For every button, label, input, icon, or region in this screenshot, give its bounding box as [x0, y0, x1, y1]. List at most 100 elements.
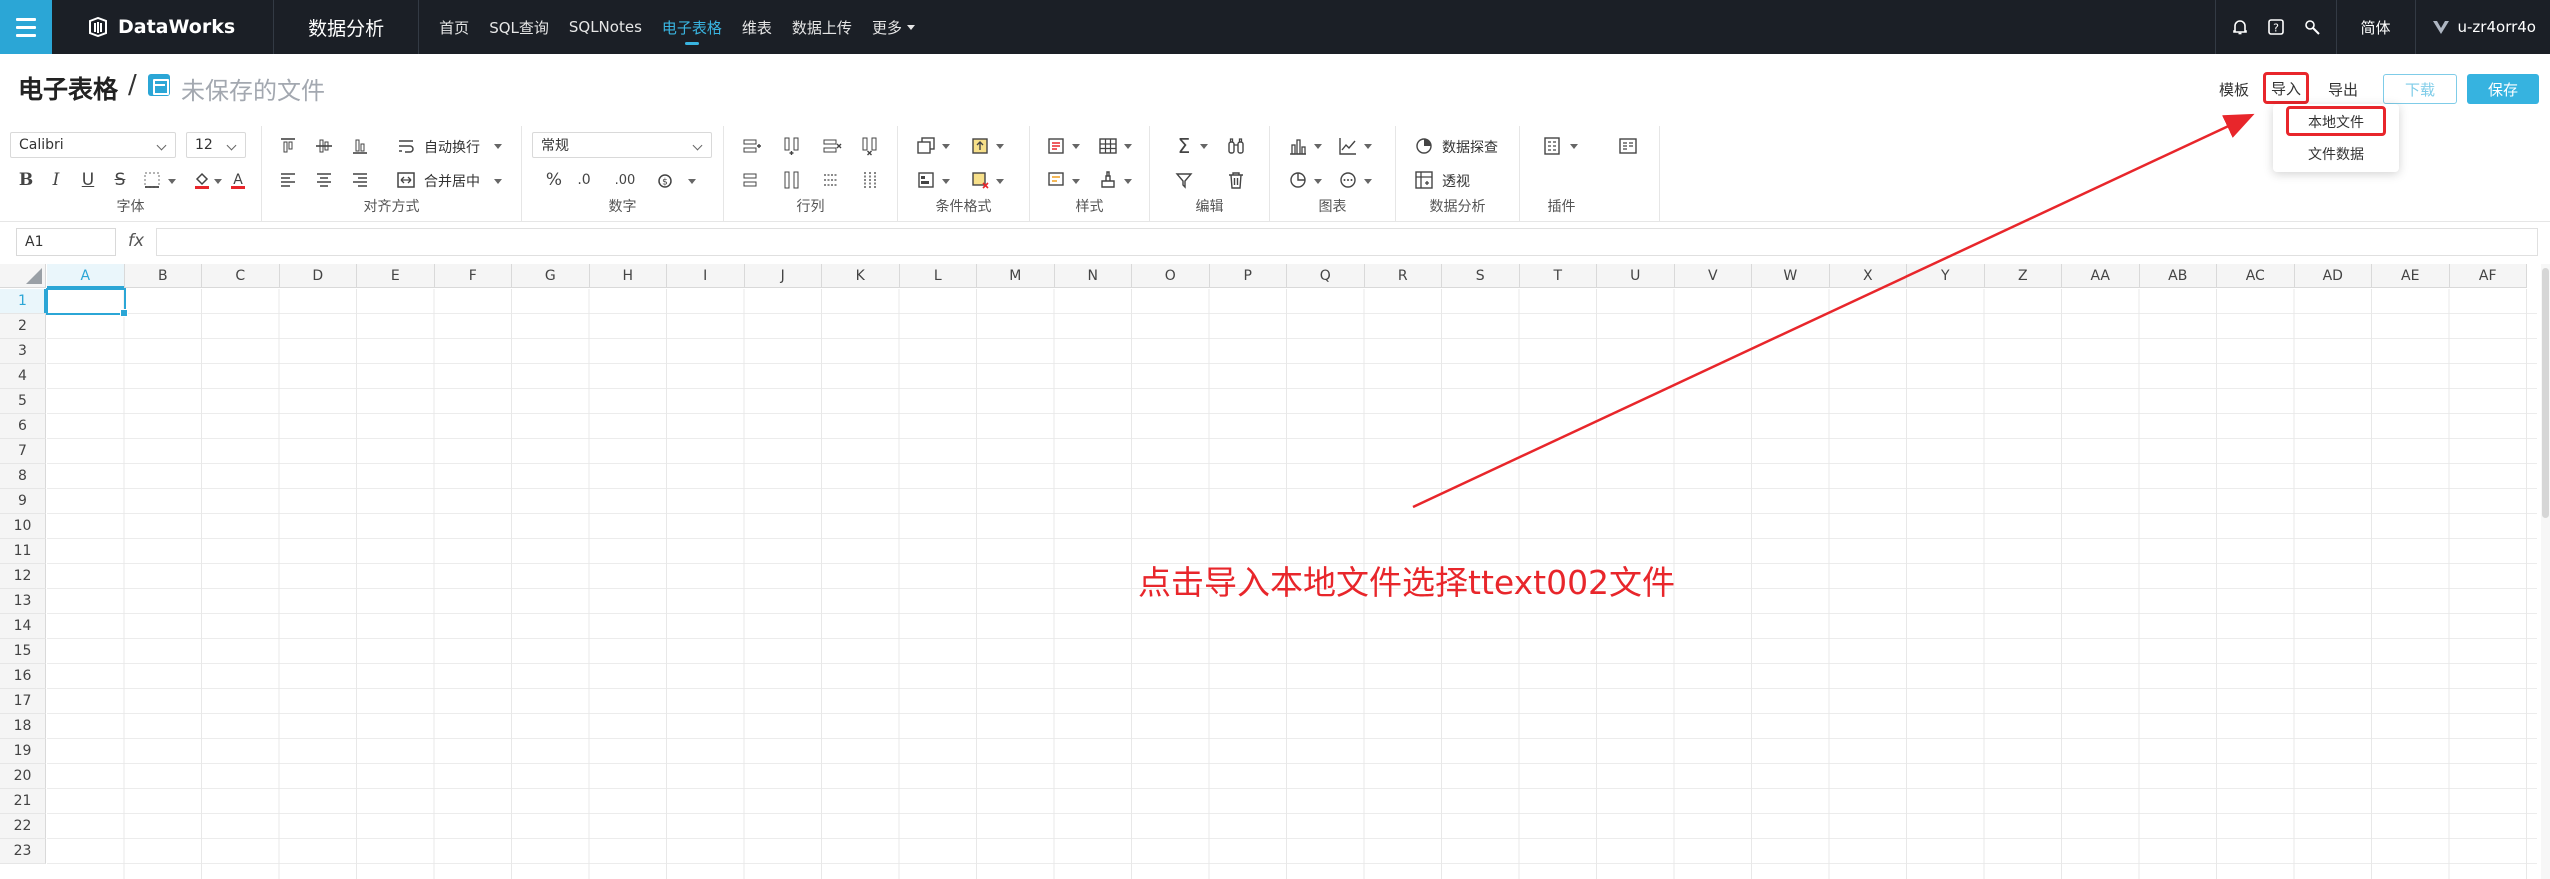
chevron-down-icon[interactable] [1124, 144, 1132, 149]
export-button[interactable]: 导出 [2323, 74, 2363, 104]
row-height-icon[interactable] [740, 168, 764, 192]
highlight-rule-icon[interactable] [968, 134, 992, 158]
cell-style-icon[interactable] [1044, 134, 1068, 158]
data-explore-icon[interactable] [1412, 134, 1436, 158]
line-chart-icon[interactable] [1336, 134, 1360, 158]
cell-reference-box[interactable]: A1 [16, 228, 116, 256]
help-icon[interactable]: ? [2258, 0, 2294, 54]
pie-chart-icon[interactable] [1286, 168, 1310, 192]
chevron-down-icon[interactable] [494, 179, 502, 184]
underline-icon[interactable]: U [76, 168, 100, 192]
italic-icon[interactable]: I [44, 168, 68, 192]
formula-input[interactable] [156, 228, 2538, 256]
column-header[interactable]: A [47, 264, 125, 288]
column-header[interactable]: O [1132, 264, 1210, 288]
row-header[interactable]: 23 [0, 839, 46, 864]
font-family-select[interactable]: Calibri [10, 132, 176, 158]
bar-chart-icon[interactable] [1286, 134, 1310, 158]
plugin-icon[interactable] [1540, 134, 1564, 158]
nav-item-more[interactable]: 更多 [862, 0, 925, 54]
column-header[interactable]: U [1597, 264, 1675, 288]
column-header[interactable]: AA [2062, 264, 2140, 288]
column-header[interactable]: H [589, 264, 667, 288]
column-header[interactable]: R [1364, 264, 1442, 288]
column-header[interactable]: M [977, 264, 1055, 288]
font-color-icon[interactable]: A [226, 168, 250, 192]
bold-icon[interactable]: B [14, 168, 38, 192]
find-icon[interactable] [1224, 134, 1248, 158]
chevron-down-icon[interactable] [494, 144, 502, 149]
currency-icon[interactable]: $ [654, 168, 678, 192]
column-header[interactable]: N [1054, 264, 1132, 288]
decrease-decimal-icon[interactable]: .0 [572, 168, 596, 192]
chevron-down-icon[interactable] [1072, 179, 1080, 184]
column-header[interactable]: Q [1287, 264, 1365, 288]
clear-rule-icon[interactable] [968, 168, 992, 192]
nav-item-dimension-table[interactable]: 维表 [732, 0, 782, 54]
clear-icon[interactable] [1224, 168, 1248, 192]
nav-item-spreadsheet[interactable]: 电子表格 [652, 0, 732, 54]
font-size-select[interactable]: 12 [186, 132, 246, 158]
nav-item-sqlnotes[interactable]: SQLNotes [559, 0, 652, 54]
user-menu[interactable]: u-zr4orr4o [2422, 18, 2550, 36]
increase-decimal-icon[interactable]: .00 [610, 168, 640, 192]
strikethrough-icon[interactable]: S [108, 168, 132, 192]
file-name[interactable]: 未保存的文件 [181, 71, 325, 106]
delete-row-icon[interactable] [820, 134, 844, 158]
chevron-down-icon[interactable] [1314, 144, 1322, 149]
import-file-data-item[interactable]: 文件数据 [2273, 140, 2399, 168]
row-header[interactable]: 6 [0, 414, 46, 439]
row-header[interactable]: 17 [0, 689, 46, 714]
column-header[interactable]: AC [2217, 264, 2295, 288]
column-header[interactable]: S [1442, 264, 1520, 288]
fill-color-icon[interactable] [190, 168, 214, 192]
pivot-icon[interactable] [1412, 168, 1436, 192]
brand-logo[interactable]: DataWorks [52, 0, 275, 54]
row-header[interactable]: 12 [0, 564, 46, 589]
row-header[interactable]: 22 [0, 814, 46, 839]
wrap-text-icon[interactable] [394, 134, 418, 158]
insert-column-icon[interactable] [780, 134, 804, 158]
row-header[interactable]: 11 [0, 539, 46, 564]
column-header[interactable]: C [202, 264, 280, 288]
product-name[interactable]: 数据分析 [274, 0, 420, 54]
column-header[interactable]: AE [2372, 264, 2450, 288]
import-button[interactable]: 导入 [2263, 72, 2309, 104]
chevron-down-icon[interactable] [1364, 179, 1372, 184]
nav-item-data-upload[interactable]: 数据上传 [782, 0, 862, 54]
chevron-down-icon[interactable] [214, 179, 222, 184]
row-header[interactable]: 3 [0, 339, 46, 364]
chevron-down-icon[interactable] [1200, 144, 1208, 149]
column-header[interactable]: V [1674, 264, 1752, 288]
chevron-down-icon[interactable] [942, 179, 950, 184]
row-header[interactable]: 20 [0, 764, 46, 789]
insert-row-icon[interactable] [740, 134, 764, 158]
column-header[interactable]: P [1209, 264, 1287, 288]
column-header[interactable]: J [744, 264, 822, 288]
delete-column-icon[interactable] [858, 134, 882, 158]
bell-icon[interactable] [2222, 0, 2258, 54]
column-header[interactable]: Z [1984, 264, 2062, 288]
column-header[interactable]: D [279, 264, 357, 288]
data-explore-label[interactable]: 数据探查 [1442, 137, 1498, 157]
chevron-down-icon[interactable] [688, 179, 696, 184]
align-middle-icon[interactable] [312, 134, 336, 158]
row-header[interactable]: 2 [0, 314, 46, 339]
row-header[interactable]: 8 [0, 464, 46, 489]
column-width-icon[interactable] [780, 168, 804, 192]
row-header[interactable]: 7 [0, 439, 46, 464]
number-format-select[interactable]: 常规 [532, 132, 712, 158]
wrap-text-label[interactable]: 自动换行 [424, 137, 480, 157]
template-button[interactable]: 模板 [2216, 74, 2252, 104]
column-header[interactable]: AF [2449, 264, 2527, 288]
chevron-down-icon[interactable] [942, 144, 950, 149]
row-header[interactable]: 18 [0, 714, 46, 739]
chevron-down-icon[interactable] [1570, 144, 1578, 149]
column-header[interactable]: E [357, 264, 435, 288]
row-header[interactable]: 14 [0, 614, 46, 639]
chevron-down-icon[interactable] [1364, 144, 1372, 149]
save-button[interactable]: 保存 [2467, 74, 2539, 104]
column-header[interactable]: F [434, 264, 512, 288]
chevron-down-icon[interactable] [1072, 144, 1080, 149]
hamburger-menu-button[interactable] [0, 0, 52, 54]
